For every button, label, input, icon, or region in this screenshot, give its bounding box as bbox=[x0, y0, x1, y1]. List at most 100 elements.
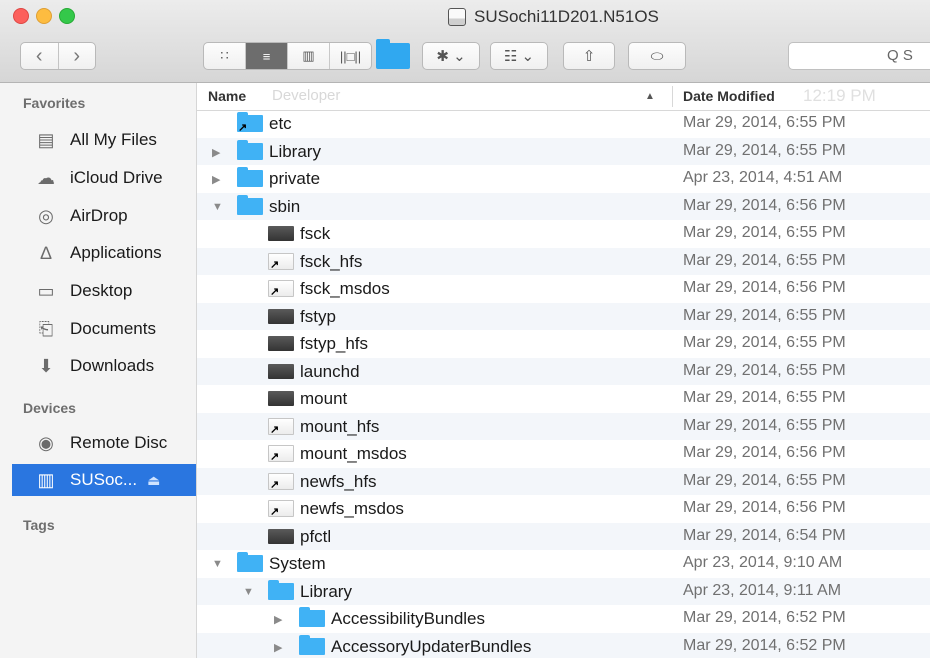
file-name: newfs_msdos bbox=[300, 499, 404, 518]
file-date-modified: Mar 29, 2014, 6:55 PM bbox=[683, 361, 846, 379]
file-row[interactable]: ↗ mount_hfs Mar 29, 2014, 6:55 PM bbox=[197, 412, 930, 440]
fullscreen-window-button[interactable] bbox=[59, 8, 75, 24]
disclosure-closed-icon[interactable]: ▶ bbox=[274, 641, 282, 654]
sidebar-item-susoc[interactable]: ▥ SUSoc... ⏏ bbox=[12, 464, 196, 496]
file-date-modified: Mar 29, 2014, 6:55 PM bbox=[683, 224, 846, 241]
file-row[interactable]: ↗ newfs_hfs Mar 29, 2014, 6:55 PM bbox=[197, 467, 930, 495]
file-row[interactable]: ▼ sbin Mar 29, 2014, 6:56 PM bbox=[197, 192, 930, 220]
alias-arrow-icon: ↗ bbox=[270, 478, 280, 491]
file-date-modified: Apr 23, 2014, 9:10 AM bbox=[683, 554, 843, 571]
sidebar-item-label: Desktop bbox=[70, 281, 133, 300]
file-date-modified: Mar 29, 2014, 6:55 PM bbox=[683, 114, 846, 131]
sidebar-item-icloud-drive[interactable]: ☁ iCloud Drive bbox=[0, 162, 196, 194]
share-button[interactable]: ⇧ bbox=[563, 42, 615, 70]
sidebar-item-downloads[interactable]: ⬇ Downloads bbox=[0, 350, 196, 382]
cloud-icon: ☁ bbox=[37, 167, 55, 188]
file-name: Library bbox=[300, 581, 352, 601]
column-view-button[interactable]: ▥ bbox=[288, 43, 330, 69]
tag-button[interactable]: ⬭ bbox=[628, 42, 686, 70]
action-menu-button[interactable]: ✱ ⌄ bbox=[422, 42, 480, 70]
file-name: sbin bbox=[269, 196, 301, 216]
sidebar-item-label: Remote Disc bbox=[70, 433, 168, 452]
sidebar-item-airdrop[interactable]: ◎ AirDrop bbox=[0, 200, 196, 232]
disclosure-closed-icon[interactable]: ▶ bbox=[212, 173, 220, 186]
window-title: SUSochi11D201.N51OS bbox=[474, 7, 659, 26]
disclosure-closed-icon[interactable]: ▶ bbox=[212, 146, 220, 159]
name-column-header[interactable]: Name bbox=[208, 88, 246, 104]
file-row[interactable]: ↗ etc Mar 29, 2014, 6:55 PM bbox=[197, 110, 930, 138]
file-name: Library bbox=[269, 141, 321, 161]
file-row[interactable]: ↗ mount_msdos Mar 29, 2014, 6:56 PM bbox=[197, 440, 930, 468]
file-name: mount_hfs bbox=[300, 416, 380, 436]
date-modified-column-header[interactable]: Date Modified bbox=[683, 88, 775, 104]
sidebar-item-label: Downloads bbox=[70, 356, 155, 375]
disk-icon: ▥ bbox=[37, 469, 55, 490]
sidebar-item-all-my-files[interactable]: ▤ All My Files bbox=[0, 124, 196, 156]
file-date-modified: Mar 29, 2014, 6:52 PM bbox=[683, 636, 846, 654]
sidebar-item-desktop[interactable]: ▭ Desktop bbox=[0, 275, 196, 307]
executable-icon bbox=[268, 363, 294, 379]
minimize-window-button[interactable] bbox=[36, 8, 52, 24]
coverflow-view-button[interactable]: ||□|| bbox=[330, 43, 371, 69]
folder-icon[interactable] bbox=[376, 39, 410, 69]
file-row[interactable]: pfctl Mar 29, 2014, 6:54 PM bbox=[197, 522, 930, 550]
icon-view-button[interactable]: ∷ bbox=[204, 43, 246, 69]
file-row[interactable]: ↗ newfs_msdos Mar 29, 2014, 6:56 PM bbox=[197, 495, 930, 523]
file-name: fstyp bbox=[300, 306, 336, 326]
file-date-modified: Mar 29, 2014, 6:56 PM bbox=[683, 279, 846, 296]
file-name: AccessoryUpdaterBundles bbox=[331, 636, 532, 656]
arrange-menu-button[interactable]: ☷ ⌄ bbox=[490, 42, 548, 70]
file-row[interactable]: ↗ fsck_hfs Mar 29, 2014, 6:55 PM bbox=[197, 247, 930, 275]
drag-ghost-date: 12:19 PM bbox=[803, 86, 876, 105]
folder-icon bbox=[237, 139, 263, 160]
file-date-modified: Mar 29, 2014, 6:54 PM bbox=[683, 526, 846, 544]
airdrop-icon: ◎ bbox=[38, 205, 54, 226]
file-name: fsck_hfs bbox=[300, 251, 363, 271]
list-header: Name Developer ▲ Date Modified 12:19 PM bbox=[197, 83, 930, 111]
file-row[interactable]: fstyp_hfs Mar 29, 2014, 6:55 PM bbox=[197, 330, 930, 358]
file-row[interactable]: fstyp Mar 29, 2014, 6:55 PM bbox=[197, 302, 930, 330]
file-row[interactable]: ↗ fsck_msdos Mar 29, 2014, 6:56 PM bbox=[197, 275, 930, 303]
sidebar-item-documents[interactable]: ⎗ Documents bbox=[0, 313, 196, 345]
file-list: ↗ etc Mar 29, 2014, 6:55 PM ▶ Library Mar 29,… bbox=[197, 110, 930, 658]
eject-icon[interactable]: ⏏ bbox=[147, 472, 160, 489]
remote-disc-icon: ◉ bbox=[38, 432, 54, 453]
file-row[interactable]: ▶ Library Mar 29, 2014, 6:55 PM bbox=[197, 137, 930, 165]
column-divider[interactable] bbox=[672, 86, 673, 107]
file-row[interactable]: launchd Mar 29, 2014, 6:55 PM bbox=[197, 357, 930, 385]
file-row[interactable]: ▶ private Apr 23, 2014, 4:51 AM bbox=[197, 165, 930, 193]
file-date-modified: Mar 29, 2014, 6:55 PM bbox=[683, 334, 846, 351]
alias-arrow-icon: ↗ bbox=[270, 258, 280, 271]
disclosure-open-icon[interactable]: ▼ bbox=[212, 558, 223, 570]
all-files-icon: ▤ bbox=[37, 129, 55, 150]
close-window-button[interactable] bbox=[13, 8, 29, 24]
disclosure-open-icon[interactable]: ▼ bbox=[212, 201, 223, 213]
file-date-modified: Mar 29, 2014, 6:55 PM bbox=[683, 389, 846, 406]
file-name: pfctl bbox=[300, 526, 332, 546]
list-view-button[interactable]: ≡ bbox=[246, 43, 288, 69]
back-button[interactable]: ‹ bbox=[21, 43, 59, 69]
file-name: newfs_hfs bbox=[300, 471, 377, 491]
file-date-modified: Mar 29, 2014, 6:55 PM bbox=[683, 471, 846, 489]
disk-icon bbox=[448, 8, 466, 26]
file-date-modified: Mar 29, 2014, 6:56 PM bbox=[683, 196, 846, 214]
disclosure-closed-icon[interactable]: ▶ bbox=[274, 613, 282, 626]
folder-alias-icon: ↗ bbox=[237, 112, 263, 134]
disclosure-open-icon[interactable]: ▼ bbox=[243, 586, 254, 598]
alias-file-icon: ↗ bbox=[268, 500, 294, 518]
file-row[interactable]: ▶ AccessibilityBundles Mar 29, 2014, 6:52 … bbox=[197, 605, 930, 633]
applications-icon: ∆ bbox=[40, 242, 52, 263]
alias-file-icon: ↗ bbox=[268, 252, 294, 271]
drag-ghost-name: Developer bbox=[272, 87, 341, 104]
file-row[interactable]: ▼ System Apr 23, 2014, 9:10 AM bbox=[197, 550, 930, 578]
file-row[interactable]: mount Mar 29, 2014, 6:55 PM bbox=[197, 385, 930, 413]
sidebar-item-remote-disc[interactable]: ◉ Remote Disc bbox=[0, 427, 196, 459]
file-row[interactable]: ▶ AccessoryUpdaterBundles Mar 29, 2014, 6:… bbox=[197, 632, 930, 658]
search-field[interactable]: Q S bbox=[788, 42, 930, 70]
file-row[interactable]: fsck Mar 29, 2014, 6:55 PM bbox=[197, 220, 930, 248]
file-row[interactable]: ▼ Library Apr 23, 2014, 9:11 AM bbox=[197, 577, 930, 605]
sidebar-item-applications[interactable]: ∆ Applications bbox=[0, 237, 196, 269]
file-date-modified: Mar 29, 2014, 6:55 PM bbox=[683, 416, 846, 434]
forward-button[interactable]: › bbox=[59, 43, 96, 69]
file-date-modified: Apr 23, 2014, 4:51 AM bbox=[683, 169, 843, 186]
